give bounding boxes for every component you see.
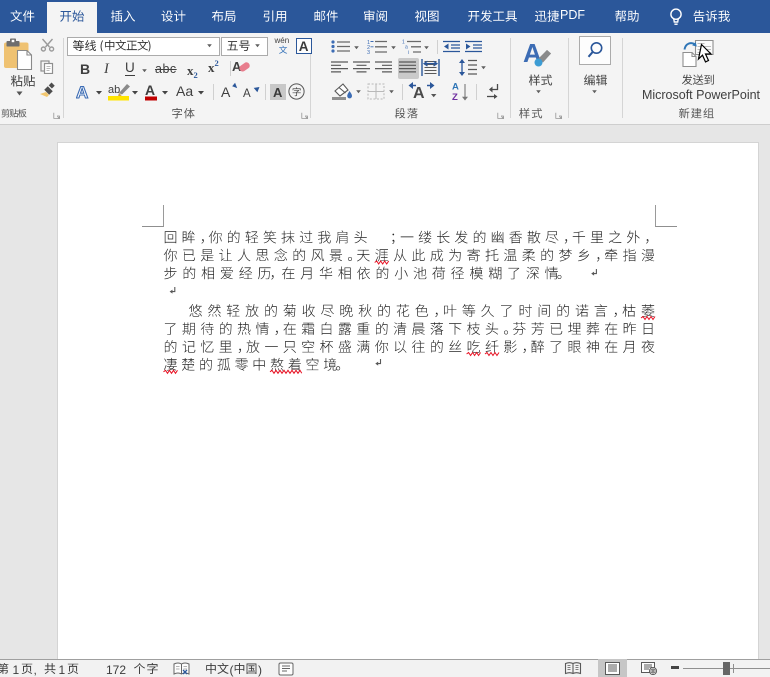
svg-text:A: A [452,82,459,93]
svg-text:A: A [145,82,155,98]
svg-text:ab: ab [108,84,120,96]
svg-text:i: i [408,50,409,54]
svg-text:Z: Z [452,92,458,101]
svg-text:A: A [221,84,231,100]
svg-text:Aa: Aa [176,83,193,99]
svg-text:3: 3 [367,50,370,54]
svg-text:A: A [413,85,425,101]
svg-text:A: A [243,88,251,100]
svg-text:A: A [76,83,88,101]
